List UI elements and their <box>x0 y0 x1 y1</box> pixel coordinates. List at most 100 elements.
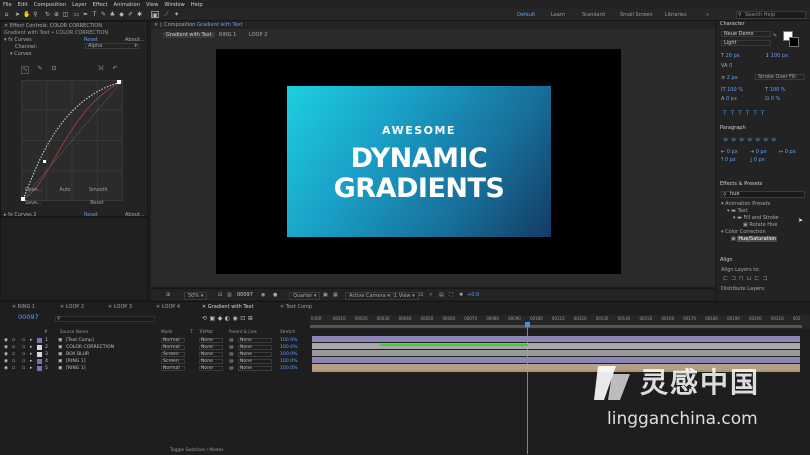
pen-tool-icon[interactable]: ✒ <box>82 11 89 18</box>
layer-parent-select[interactable]: None <box>238 359 272 364</box>
eye-icon[interactable]: ◉ <box>4 358 8 365</box>
timeline-tab-loop2[interactable]: ✕ LOOP 2 <box>60 304 84 310</box>
workspace-default[interactable]: Default <box>517 12 535 18</box>
font-style-select[interactable]: Light <box>721 40 771 46</box>
menu-layer[interactable]: Layer <box>72 2 86 8</box>
tree-rotate-hue[interactable]: ▣ Rotate Hue <box>743 222 777 228</box>
layer-bar-box-blur[interactable] <box>312 350 800 356</box>
header-source-name[interactable]: Source Name <box>60 329 88 334</box>
view-layout-select[interactable]: 1 View ▾ <box>390 292 419 300</box>
header-stretch[interactable]: Stretch <box>280 329 295 334</box>
save-button[interactable]: Save... <box>25 201 41 206</box>
layer-mode-select[interactable]: Screen <box>161 352 185 357</box>
layer-name[interactable]: COLOR CORRECTION <box>66 344 114 351</box>
horizontal-scale-field[interactable]: T 100 % <box>765 87 786 93</box>
layer-stretch[interactable]: 100.0% <box>280 365 298 372</box>
rect-tool-icon[interactable]: ▭ <box>73 11 80 18</box>
comp-subtab-gradient[interactable]: Gradient with Text <box>163 32 215 38</box>
menu-effect[interactable]: Effect <box>93 2 108 8</box>
paragraph-tab[interactable]: Paragraph <box>720 125 746 131</box>
tree-hue-saturation[interactable]: ▣ Hue/Saturation <box>731 236 778 242</box>
menu-file[interactable]: File <box>3 2 12 8</box>
stroke-type-select[interactable]: Stroke Over Fill <box>755 74 805 80</box>
grid-overlay-icon[interactable]: ⊞ <box>166 292 170 298</box>
comp-subtab-ring1[interactable]: RING 1 <box>219 32 236 38</box>
fast-preview-icon[interactable]: ⚡ <box>429 292 433 298</box>
solo-icon[interactable]: ▫ <box>22 337 25 344</box>
text-style-buttons[interactable]: TTTTTT <box>723 110 768 117</box>
comp-subtab-loop2[interactable]: LOOP 2 <box>249 32 267 38</box>
solo-icon[interactable]: ▫ <box>22 365 25 372</box>
pin-icon[interactable]: ✦ <box>173 11 180 18</box>
camera-select[interactable]: Active Camera ▾ <box>345 292 394 300</box>
rotate-tool-icon[interactable]: ↻ <box>44 11 51 18</box>
layer-name[interactable]: BOX BLUR <box>66 351 89 358</box>
zoom-tool-icon[interactable]: ⚲ <box>32 11 39 18</box>
menu-animation[interactable]: Animation <box>114 2 140 8</box>
snapping-icon[interactable]: ▣ <box>151 11 159 19</box>
expand-icon[interactable]: ▸ <box>30 358 32 365</box>
transparency-grid-icon[interactable]: ▦ <box>333 292 338 298</box>
layer-trkmat-select[interactable]: None <box>199 359 223 364</box>
flowchart-icon[interactable]: ⛶ <box>449 292 453 298</box>
comp-timecode[interactable]: 00097 <box>237 292 253 298</box>
indent-first-field[interactable]: ↦ 0 px <box>779 149 796 155</box>
table-row[interactable]: ◉ ▫ ▫ ▸ 4 ▣ [RING 1] Screen None @ None 100.0% <box>0 358 308 365</box>
layer-parent-select[interactable]: None <box>238 338 272 343</box>
open-curve-icon[interactable]: ⊡ <box>50 66 58 74</box>
selection-tool-icon[interactable]: ➤ <box>14 11 21 18</box>
layer-stretch[interactable]: 100.0% <box>280 337 298 344</box>
snapshot-camera-icon[interactable]: ◉ <box>261 292 265 298</box>
camera-tool-icon[interactable]: ⊕ <box>53 11 60 18</box>
tree-text[interactable]: ▾ ▬ Text <box>727 208 748 214</box>
expand-icon[interactable]: ▸ <box>30 351 32 358</box>
layer-parent-select[interactable]: None <box>238 345 272 350</box>
pickwhip-icon[interactable]: @ <box>229 337 234 344</box>
audio-icon[interactable]: ▫ <box>12 351 15 358</box>
table-row[interactable]: ◉ ▫ ▫ ▸ 3 ▣ BOX BLUR Screen None @ None 100.0% <box>0 351 308 358</box>
header-trkmat[interactable]: TrkMat <box>199 329 213 334</box>
toggle-pixel-icon[interactable]: ⊡ <box>419 292 423 298</box>
layer-mode-select[interactable]: Normal <box>161 366 185 371</box>
tree-animation-presets[interactable]: ▾ Animation Presets <box>721 201 770 207</box>
curves-effect-row[interactable]: ▾ fx Curves <box>4 37 32 43</box>
work-area-bar[interactable] <box>310 325 802 328</box>
type-tool-icon[interactable]: T <box>91 11 98 18</box>
eye-icon[interactable]: ◉ <box>4 365 8 372</box>
channel-select[interactable]: Alpha ▾ <box>85 43 139 49</box>
eyedropper-icon[interactable]: ✎ <box>773 33 777 39</box>
audio-icon[interactable]: ▫ <box>12 337 15 344</box>
menu-edit[interactable]: Edit <box>18 2 28 8</box>
vertical-scale-field[interactable]: IT 100 % <box>721 87 743 93</box>
curves-graph[interactable] <box>21 80 123 201</box>
stroke-width-field[interactable]: ≡ 2 px <box>721 75 738 81</box>
timeline-tab-ring1[interactable]: ✕ RING 1 <box>12 304 35 310</box>
menu-view[interactable]: View <box>146 2 158 8</box>
timeline-tab-gradient[interactable]: ✕ Gradient with Text <box>202 304 253 310</box>
solo-icon[interactable]: ▫ <box>22 344 25 351</box>
timeline-tab-loop4[interactable]: ✕ LOOP 4 <box>156 304 180 310</box>
character-tab[interactable]: Character <box>720 21 745 27</box>
tree-fill-stroke[interactable]: ▾ ▬ Fill and Stroke <box>733 215 779 221</box>
layer-mode-select[interactable]: Normal <box>161 345 185 350</box>
label-color-swatch[interactable] <box>37 352 42 357</box>
indent-right-field[interactable]: ⇥ 0 px <box>750 149 767 155</box>
solo-icon[interactable]: ▫ <box>22 351 25 358</box>
font-family-select[interactable]: Neue Demo <box>721 31 771 37</box>
layer-name[interactable]: [RING 1] <box>66 365 86 372</box>
workspace-libraries[interactable]: Libraries <box>665 12 687 18</box>
workspace-small-screen[interactable]: Small Screen <box>620 12 653 18</box>
tsume-field[interactable]: ⊡ 0 % <box>765 96 780 102</box>
baseline-field[interactable]: A 0 px <box>721 96 737 102</box>
workspace-more-icon[interactable]: » <box>706 12 709 18</box>
table-row[interactable]: ◉ ▫ ▫ ▸ 1 ▣ [Text Comp] Normal None @ None 100.0% <box>0 337 308 344</box>
pan-behind-icon[interactable]: ◫ <box>62 11 69 18</box>
roi-icon[interactable]: ▣ <box>323 292 328 298</box>
kerning-field[interactable]: VA 0 <box>721 63 732 69</box>
expand-icon[interactable]: ▸ <box>30 365 32 372</box>
label-color-swatch[interactable] <box>37 338 42 343</box>
table-row[interactable]: ◉ ▫ ▫ ▸ 2 ▣ COLOR CORRECTION Normal None @ None 100… <box>0 344 308 351</box>
layer-stretch[interactable]: 100.0% <box>280 351 298 358</box>
toggle-switches-modes[interactable]: Toggle Switches / Modes <box>170 448 224 453</box>
curves-sub-row[interactable]: ▾ Curves <box>10 51 31 57</box>
